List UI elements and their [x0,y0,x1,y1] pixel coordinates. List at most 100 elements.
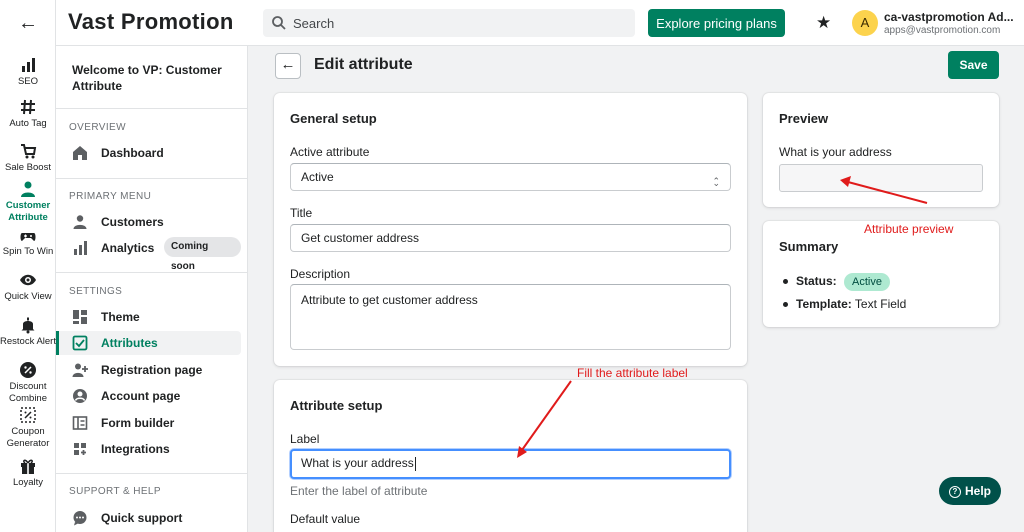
discount-icon [20,362,36,378]
rail-label: Sale Boost [5,162,51,173]
account-icon [73,389,87,403]
attribute-icon [72,335,88,351]
preview-input[interactable] [779,164,983,192]
card-title: Preview [779,111,829,126]
rail-label: SEO [17,76,39,87]
rail-item-restock-alert[interactable]: Restock Alert [0,316,56,348]
page-back-button[interactable]: ← [275,53,301,79]
label-input[interactable]: What is your address [290,449,731,479]
rail-item-coupon-generator[interactable]: Coupon Generator [0,406,56,450]
rail-label: Restock Alert [0,336,56,347]
active-attribute-label: Active attribute [290,145,370,159]
status-badge: Active [844,273,890,291]
star-icon[interactable]: ★ [816,13,831,33]
help-button[interactable]: ? Help [939,477,1001,505]
rail-label: Loyalty [12,477,44,488]
form-icon [72,416,88,430]
search-box[interactable] [263,9,635,37]
bullet [783,302,788,308]
nav-item-analytics[interactable]: Analytics Coming soon [56,236,241,272]
user-name[interactable]: ca-vastpromotion Ad... [884,10,1014,24]
nav-label: Integrations [101,442,170,456]
summary-template-row: Template: Text Field [783,297,906,311]
gift-icon [21,459,35,474]
nav-item-dashboard[interactable]: Dashboard [56,141,241,165]
nav-item-account-page[interactable]: Account page [56,384,241,408]
person-icon [21,181,35,197]
welcome-text: Welcome to VP: Customer Attribute [72,63,222,93]
nav-item-theme[interactable]: Theme [56,305,241,329]
divider [56,108,248,109]
avatar[interactable]: A [852,10,878,36]
rail-item-seo[interactable]: SEO [0,56,56,88]
description-textarea[interactable]: Attribute to get customer address [290,284,731,350]
summary-key: Template: [796,297,852,311]
app-sidebar: Welcome to VP: Customer Attribute OVERVI… [56,46,248,532]
nav-label: Registration page [101,363,203,377]
nav-label: Attributes [101,336,158,350]
summary-status-row: Status: Active [783,273,890,291]
app-rail: ← SEO Auto Tag Sale Boost Customer Attri… [0,0,56,532]
rail-item-spin-to-win[interactable]: Spin To Win [0,226,56,258]
rail-label: Customer Attribute [5,200,51,223]
nav-item-attributes[interactable]: Attributes [56,331,241,355]
rail-item-discount-combine[interactable]: Discount Combine [0,361,56,405]
arrow-left-icon: ← [280,56,296,73]
rail-item-loyalty[interactable]: Loyalty [0,457,56,489]
cart-icon [21,144,37,159]
preview-card: Preview What is your address [763,93,999,207]
input-value: What is your address [301,456,414,470]
nav-label: Quick support [101,511,183,525]
title-input[interactable]: Get customer address [290,224,731,252]
eye-icon [20,274,36,286]
section-title-settings: SETTINGS [69,286,123,297]
bell-icon [21,317,35,334]
rail-label: Coupon Generator [6,426,50,449]
active-attribute-select[interactable]: Active [290,163,731,196]
rail-label: Auto Tag [9,118,47,129]
description-label: Description [290,267,351,281]
gamepad-icon [20,233,36,241]
rail-label: Spin To Win [2,246,54,257]
nav-label: Account page [101,389,181,403]
select-value: Active [301,170,334,184]
help-label: Help [964,484,991,498]
theme-icon [73,310,87,324]
divider [56,178,248,179]
rail-item-customer-attribute[interactable]: Customer Attribute [0,180,56,224]
user-email: apps@vastpromotion.com [884,25,1001,36]
default-value-label: Default value [290,512,361,526]
nav-item-form-builder[interactable]: Form builder [56,411,241,435]
nav-item-customers[interactable]: Customers [56,210,241,234]
nav-item-quick-support[interactable]: Quick support [56,506,241,530]
rail-item-sale-boost[interactable]: Sale Boost [0,142,56,174]
section-title-overview: OVERVIEW [69,122,126,133]
summary-value: Text Field [854,297,907,311]
coupon-icon [20,407,36,423]
card-title: Attribute setup [290,398,383,413]
explore-pricing-button[interactable]: Explore pricing plans [648,9,785,37]
rail-item-quick-view[interactable]: Quick View [0,271,56,303]
nav-label: Form builder [101,416,175,430]
back-arrow-icon[interactable]: ← [18,12,38,35]
divider [56,272,248,273]
summary-card: Summary Status: Active Template: Text Fi… [763,221,999,327]
search-input[interactable] [293,9,623,37]
coming-soon-badge: Coming soon [164,237,241,272]
hash-icon [21,99,35,115]
title-label: Title [290,206,313,220]
person-icon [73,215,87,229]
section-title-support: SUPPORT & HELP [69,486,161,497]
rail-label: Discount Combine [8,381,48,404]
nav-item-registration-page[interactable]: Registration page [56,358,241,382]
label-field-label: Label [290,432,320,446]
nav-label: Analytics [101,241,155,255]
preview-field-label: What is your address [779,145,892,159]
save-button[interactable]: Save [948,51,999,79]
summary-key: Status: [796,274,837,288]
rail-item-auto-tag[interactable]: Auto Tag [0,98,56,130]
bar-chart-icon [74,241,87,255]
nav-item-integrations[interactable]: Integrations [56,437,241,461]
add-user-icon [72,363,88,377]
rail-label: Quick View [4,291,52,302]
